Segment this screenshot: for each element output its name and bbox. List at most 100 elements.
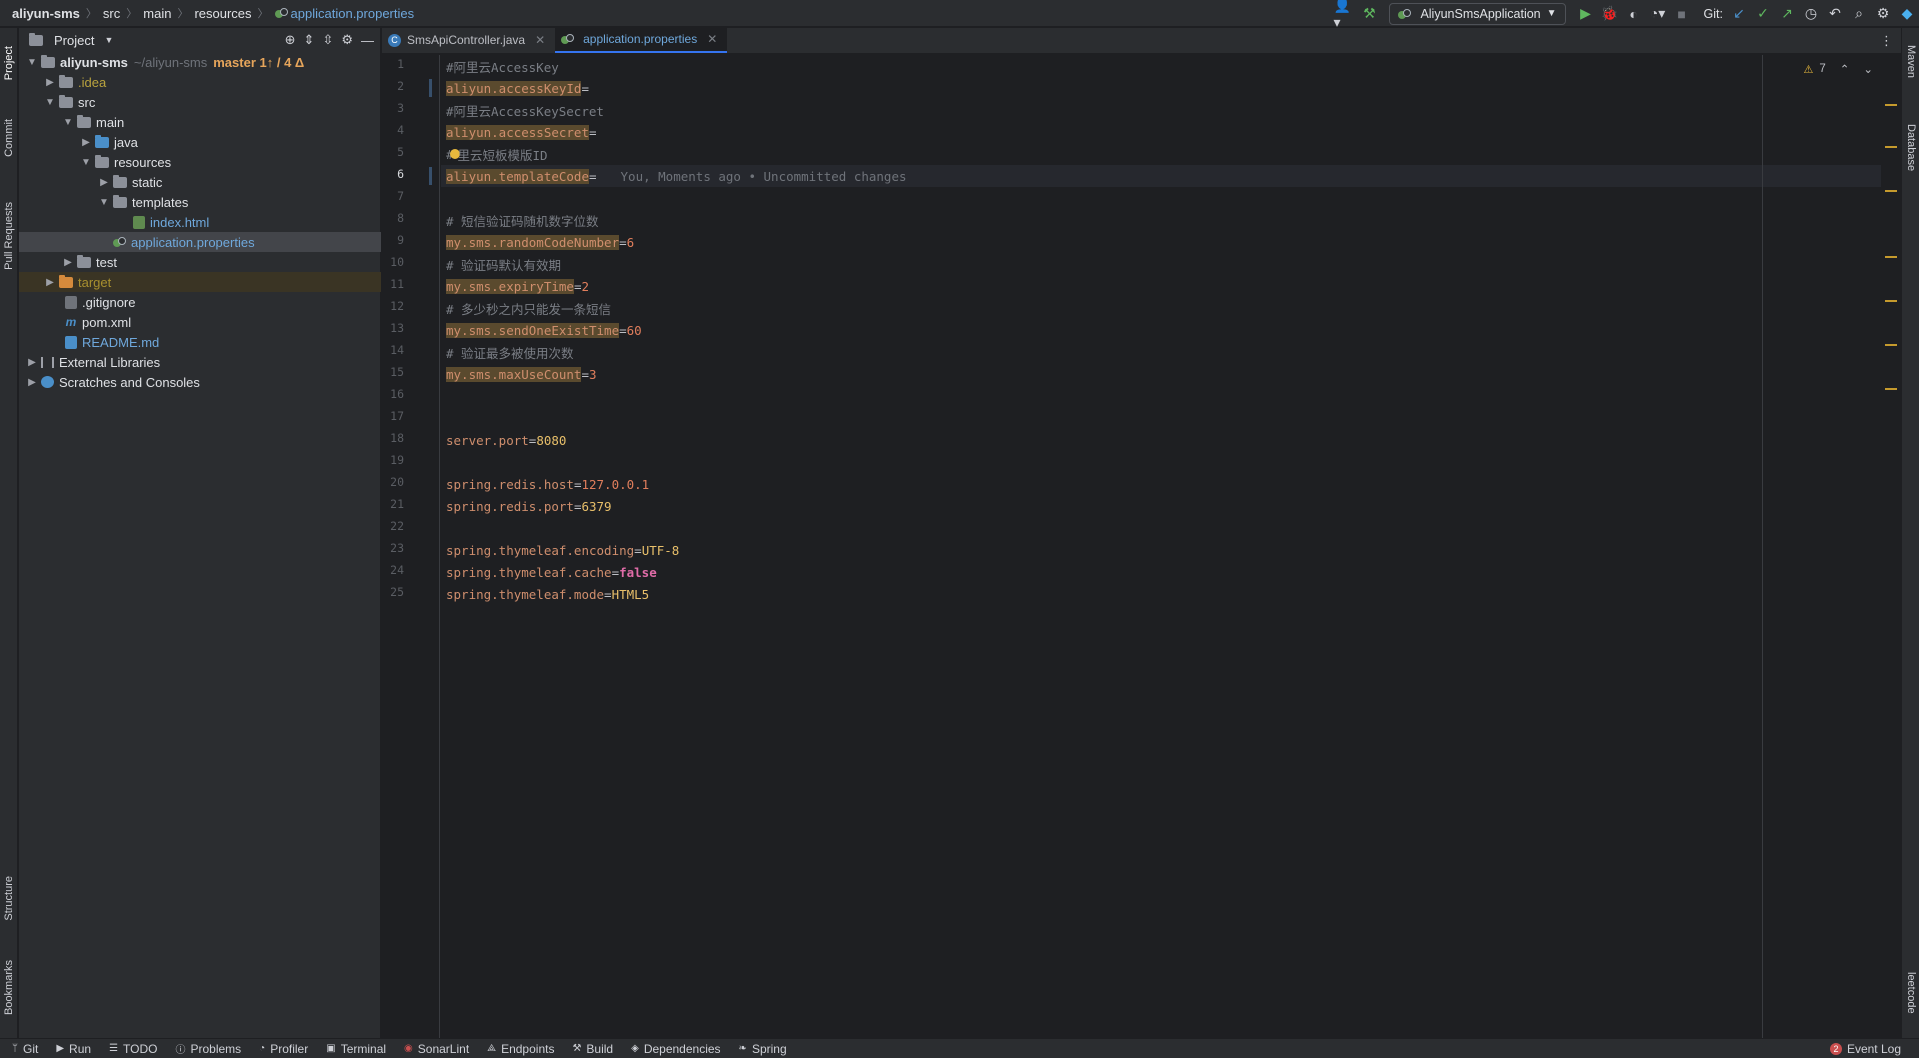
tree-item-java[interactable]: ▶ java [19,132,381,152]
vcs-change-marker[interactable] [429,79,432,97]
tool-button-spring[interactable]: ❧ Spring [739,1042,787,1056]
breadcrumb-project[interactable]: aliyun-sms [12,6,80,21]
vcs-change-marker[interactable] [429,167,432,185]
inspection-widget[interactable]: ⚠ 7 ⌃ ⌄ [1803,62,1873,76]
breadcrumb-main[interactable]: main [143,6,171,21]
tool-button-git[interactable]: ᛘ Git [12,1042,38,1056]
settings-gear-icon[interactable]: ⚙ [1871,2,1895,26]
chevron-down-icon[interactable]: ⌄ [1863,62,1873,76]
chevron-down-icon[interactable]: ▼ [61,117,75,128]
tool-button-build[interactable]: ⚒ Build [572,1042,613,1056]
editor-gutter[interactable]: 1 2 3 4 5 6 7 8 9 10 11 12 13 14 15 16 1… [382,55,440,1038]
run-configuration-select[interactable]: AliyunSmsApplication ▼ [1389,2,1566,25]
jetbrains-logo-icon[interactable]: ◆ [1895,2,1919,26]
tree-item-readme[interactable]: README.md [19,332,381,352]
error-stripe-mark[interactable] [1885,300,1897,302]
close-icon[interactable]: ✕ [707,32,717,46]
chevron-down-icon[interactable]: ▼ [104,35,113,45]
more-vertical-icon[interactable]: ⋮ [1880,28,1893,54]
tab-sms-api-controller[interactable]: C SmsApiController.java ✕ [382,27,555,53]
tool-tab-project[interactable]: Project [0,34,18,92]
tree-item-main[interactable]: ▼ main [19,112,381,132]
breadcrumb-src[interactable]: src [103,6,120,21]
git-commit-icon[interactable]: ✓ [1751,2,1775,26]
options-gear-icon[interactable]: ⚙ [341,32,353,48]
chevron-right-icon[interactable]: ▶ [61,257,75,268]
chevron-right-icon[interactable]: ▶ [25,357,39,368]
chevron-right-icon[interactable]: ▶ [79,137,93,148]
tool-button-problems[interactable]: ⓘ Problems [175,1041,241,1057]
search-icon[interactable]: ⌕ [1847,2,1871,26]
history-icon[interactable]: ◷ [1799,2,1823,26]
error-stripe-mark[interactable] [1885,104,1897,106]
tool-button-terminal[interactable]: ▣ Terminal [326,1042,386,1056]
tree-item-src[interactable]: ▼ src [19,92,381,112]
breadcrumb-file[interactable]: application.properties [291,6,415,21]
chevron-right-icon[interactable]: ▶ [43,77,57,88]
chevron-right-icon[interactable]: ▶ [25,377,39,388]
collapse-all-icon[interactable]: ⇳ [322,32,333,48]
tool-tab-maven[interactable]: Maven [1902,32,1919,92]
project-view-selector[interactable]: Project [54,33,94,48]
tool-tab-commit[interactable]: Commit [0,108,18,168]
chevron-down-icon[interactable]: ▼ [43,97,57,108]
expand-all-icon[interactable]: ⇕ [304,32,315,48]
chevron-right-icon[interactable]: ▶ [97,177,111,188]
tool-tab-database[interactable]: Database [1902,108,1919,188]
rollback-icon[interactable]: ↶ [1823,2,1847,26]
breadcrumb-resources[interactable]: resources [194,6,251,21]
error-stripe-mark[interactable] [1885,344,1897,346]
tool-tab-pull-requests[interactable]: Pull Requests [0,186,18,286]
tree-item-index-html[interactable]: index.html [19,212,381,232]
tree-item-external-libraries[interactable]: ▶ External Libraries [19,352,381,372]
stop-icon[interactable]: ■ [1670,2,1694,26]
build-hammer-icon[interactable]: ⚒ [1357,2,1381,26]
chevron-right-icon[interactable]: ▶ [43,277,57,288]
tree-item-scratches[interactable]: ▶ Scratches and Consoles [19,372,381,392]
git-update-icon[interactable]: ↙ [1727,2,1751,26]
chevron-down-icon[interactable]: ▼ [79,157,93,168]
tree-item-idea[interactable]: ▶ .idea [19,72,381,92]
tree-item-label: .idea [78,74,107,90]
tool-button-sonarlint[interactable]: ◉ SonarLint [404,1042,469,1056]
tool-button-run[interactable]: ▶ Run [56,1042,91,1056]
error-stripe-mark[interactable] [1885,146,1897,148]
chevron-down-icon[interactable]: ▼ [25,57,39,68]
tool-tab-leetcode[interactable]: leetcode [1902,958,1919,1028]
error-stripe-mark[interactable] [1885,256,1897,258]
git-push-icon[interactable]: ↗ [1775,2,1799,26]
profile-icon[interactable]: ◔▾ [1646,2,1670,26]
run-icon[interactable]: ▶ [1574,2,1598,26]
tool-tab-bookmarks[interactable]: Bookmarks [0,948,18,1028]
tool-button-event-log[interactable]: 2 Event Log [1829,1039,1901,1058]
tree-item-test[interactable]: ▶ test [19,252,381,272]
chevron-down-icon[interactable]: ▼ [97,197,111,208]
tool-tab-structure[interactable]: Structure [0,858,18,938]
coverage-icon[interactable]: ◐ [1622,2,1646,26]
tool-button-dependencies[interactable]: ◈ Dependencies [631,1042,720,1056]
tree-item-templates[interactable]: ▼ templates [19,192,381,212]
close-icon[interactable]: ✕ [535,33,545,47]
property-value: HTML5 [611,586,650,602]
tree-item-root[interactable]: ▼ aliyun-sms ~/aliyun-sms master 1↑ / 4 … [19,52,381,72]
code-editor[interactable]: #阿里云AccessKey aliyun.accessKeyId = #阿里云Ac… [441,55,1881,1038]
tool-button-todo[interactable]: ☰ TODO [109,1042,157,1056]
tree-item-gitignore[interactable]: .gitignore [19,292,381,312]
tree-item-target[interactable]: ▶ target [19,272,381,292]
tool-button-endpoints[interactable]: ⟁ Endpoints [487,1042,554,1056]
debug-icon[interactable]: 🐞 [1598,2,1622,26]
locate-file-icon[interactable]: ⊕ [285,32,296,48]
property-key: my.sms.randomCodeNumber [446,234,620,250]
error-stripe-mark[interactable] [1885,190,1897,192]
user-icon[interactable]: 👤▾ [1333,0,1357,30]
project-tool-window: Project ▼ ⊕ ⇕ ⇳ ⚙ — ▼ aliyun-sms ~/aliyu… [19,28,381,1038]
tree-item-pom[interactable]: m pom.xml [19,312,381,332]
tab-application-properties[interactable]: application.properties ✕ [555,27,728,53]
chevron-up-icon[interactable]: ⌃ [1840,62,1850,76]
tree-item-resources[interactable]: ▼ resources [19,152,381,172]
tree-item-static[interactable]: ▶ static [19,172,381,192]
error-stripe-mark[interactable] [1885,388,1897,390]
tool-button-profiler[interactable]: ◔ Profiler [259,1042,308,1056]
hide-panel-icon[interactable]: — [361,33,374,48]
tree-item-application-properties[interactable]: application.properties [19,232,381,252]
